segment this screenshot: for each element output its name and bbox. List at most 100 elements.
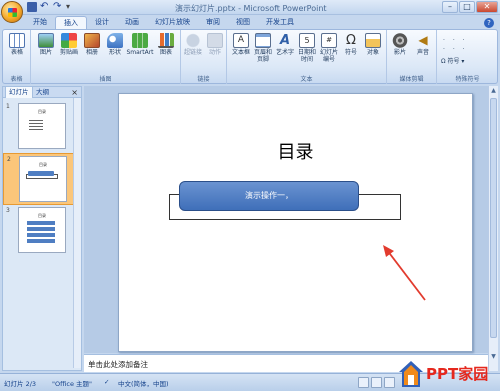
watermark-text: PPT家园 [426, 365, 489, 383]
textbox-icon: A [233, 33, 249, 48]
ribbon-tabs: 开始 插入 设计 动画 幻灯片放映 审阅 视图 开发工具 [25, 16, 302, 29]
object-button[interactable]: 对象 [362, 33, 384, 56]
tab-design[interactable]: 设计 [87, 16, 117, 29]
shapes-icon [107, 33, 123, 48]
special-symbol-button[interactable]: Ω 符号 ▾ [441, 56, 464, 65]
thumbnail-preview: 目录 [19, 156, 67, 202]
picture-button[interactable]: 图片 [35, 33, 57, 56]
wordart-icon: A [279, 33, 291, 48]
datetime-button[interactable]: 5 日期和时间 [296, 33, 318, 63]
group-media: 影片 ◀ 声音 媒体剪辑 [387, 30, 437, 84]
object-icon [365, 33, 381, 48]
slide-number: 2 [7, 156, 11, 163]
tab-insert[interactable]: 插入 [55, 16, 87, 29]
group-links: 超链接 动作 链接 [181, 30, 227, 84]
sound-button[interactable]: ◀ 声音 [412, 33, 434, 56]
save-icon[interactable] [27, 2, 37, 12]
tab-outline[interactable]: 大纲 [33, 87, 52, 98]
slide-thumbnail-2[interactable]: 2 目录 [3, 153, 81, 205]
thumbnail-title: 目录 [38, 109, 46, 114]
chart-button[interactable]: 图表 [155, 33, 177, 56]
slide-sorter-icon[interactable] [371, 377, 382, 388]
hyperlink-button[interactable]: 超链接 [182, 33, 204, 56]
slide-indicator: 幻灯片 2/3 [4, 380, 37, 388]
language-indicator[interactable]: 中文(简体，中国) [118, 378, 169, 388]
window-title: 演示幻灯片.pptx - Microsoft PowerPoint [175, 4, 327, 13]
symbol-button[interactable]: Ω 符号 [340, 33, 362, 56]
group-label-text: 文本 [300, 76, 313, 83]
group-table: 表格 表格 [3, 30, 31, 84]
table-button[interactable]: 表格 [6, 33, 28, 56]
slide-thumbnail-3[interactable]: 3 目录 [3, 205, 81, 257]
action-icon [207, 33, 223, 48]
minimize-button[interactable]: – [442, 1, 458, 13]
tab-slideshow[interactable]: 幻灯片放映 [147, 16, 198, 29]
scroll-thumb[interactable] [490, 98, 497, 338]
window-controls: – □ ✕ [442, 1, 498, 13]
slideshow-view-icon[interactable] [384, 377, 395, 388]
close-button[interactable]: ✕ [476, 1, 498, 13]
help-icon[interactable]: ? [484, 18, 494, 28]
thumbnail-title: 目录 [38, 213, 46, 218]
view-buttons [358, 377, 395, 388]
slide-canvas[interactable]: 目录 演示操作一， [118, 93, 473, 352]
red-arrow-annotation [383, 245, 426, 301]
tab-animations[interactable]: 动画 [117, 16, 147, 29]
undo-icon[interactable]: ↶ [40, 2, 50, 12]
spellcheck-icon[interactable]: ✓ [104, 378, 109, 386]
textbox-button[interactable]: A 文本框 [230, 33, 252, 56]
group-label-links: 链接 [197, 76, 210, 83]
slide-number: 3 [6, 207, 10, 214]
movie-button[interactable]: 影片 [389, 33, 411, 56]
tab-home[interactable]: 开始 [25, 16, 55, 29]
tab-slides[interactable]: 幻灯片 [5, 87, 33, 98]
group-label-special-symbols: 特殊符号 [455, 76, 480, 83]
symbol-dots-icon: · · · [443, 37, 468, 44]
picture-icon [38, 33, 54, 48]
clipart-button[interactable]: 剪贴画 [58, 33, 80, 56]
group-label-illustrations: 插图 [99, 76, 112, 83]
group-label-table: 表格 [10, 76, 23, 83]
film-reel-icon [392, 33, 408, 48]
office-button[interactable] [1, 1, 23, 23]
ribbon: 表格 表格 图片 剪贴画 相册 形状 SmartArt 图表 插图 超链接 动作… [2, 29, 498, 84]
slide-editor: 目录 演示操作一， [84, 86, 488, 353]
chart-icon [158, 33, 174, 48]
quick-access-toolbar: ↶ ↷ ▾ [27, 2, 76, 12]
thumbnail-preview: 目录 [18, 103, 66, 149]
title-bar: ↶ ↷ ▾ 演示幻灯片.pptx - Microsoft PowerPoint … [0, 0, 500, 15]
action-button[interactable]: 动作 [204, 33, 226, 56]
speaker-icon: ◀ [418, 33, 428, 47]
vertical-scrollbar[interactable]: ▲ ▼ [488, 86, 498, 371]
clipart-icon [61, 33, 77, 48]
smartart-icon [132, 33, 148, 48]
notes-placeholder: 单击此处添加备注 [88, 360, 148, 369]
maximize-button[interactable]: □ [459, 1, 475, 13]
slide-title[interactable]: 目录 [119, 138, 472, 164]
tab-developer[interactable]: 开发工具 [258, 16, 302, 29]
shapes-button[interactable]: 形状 [104, 33, 126, 56]
smartart-button[interactable]: SmartArt [125, 33, 155, 56]
header-footer-button[interactable]: 页眉和页脚 [252, 33, 274, 63]
panel-scrollbar[interactable] [73, 98, 81, 368]
scroll-up-icon[interactable]: ▲ [489, 86, 498, 95]
rounded-shape[interactable]: 演示操作一， [179, 181, 359, 211]
table-icon [9, 33, 25, 48]
normal-view-icon[interactable] [358, 377, 369, 388]
tab-review[interactable]: 审阅 [198, 16, 228, 29]
photo-album-icon [84, 33, 100, 48]
tab-view[interactable]: 视图 [228, 16, 258, 29]
watermark: PPT家园 [398, 358, 498, 391]
wordart-button[interactable]: A 艺术字 [274, 33, 296, 56]
slide-thumbnail-1[interactable]: 1 目录 [3, 101, 81, 153]
thumbnail-preview: 目录 [18, 207, 66, 253]
house-logo-icon [399, 361, 423, 387]
hyperlink-icon [185, 33, 201, 48]
panel-close-icon[interactable]: × [71, 87, 78, 98]
customize-toolbar-icon[interactable]: ▾ [66, 2, 76, 12]
redo-icon[interactable]: ↷ [53, 2, 63, 12]
album-button[interactable]: 相册 [81, 33, 103, 56]
header-footer-icon [255, 33, 271, 48]
group-label-media: 媒体剪辑 [399, 76, 424, 83]
slide-number-button[interactable]: # 幻灯片编号 [318, 33, 340, 63]
